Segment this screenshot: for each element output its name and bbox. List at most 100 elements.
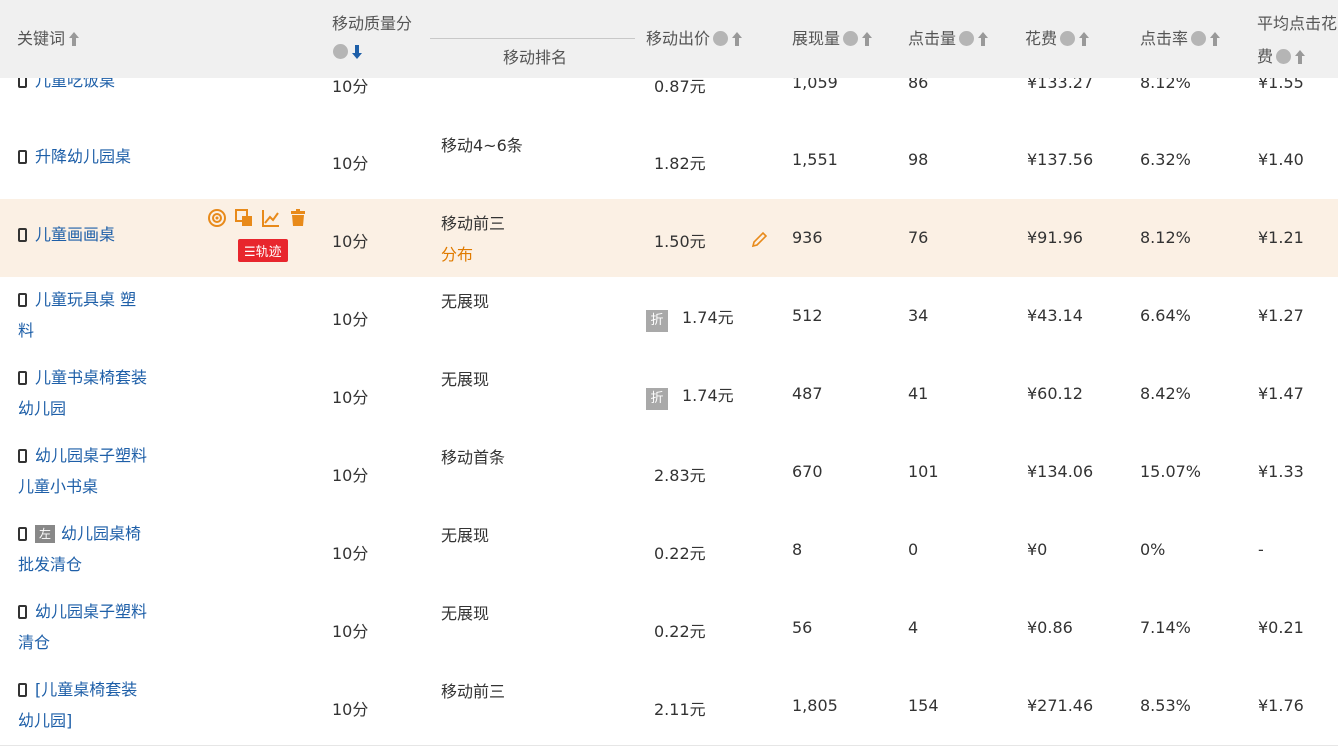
row-operations xyxy=(208,209,311,228)
impressions-value: 512 xyxy=(792,306,823,325)
mobile-icon xyxy=(18,293,27,307)
table-row: [儿童桌椅套装 幼儿园] 10分 移动前三 2.11元 1,805 154 ¥27… xyxy=(0,667,1338,746)
table-row: 幼儿园桌子塑料 儿童小书桌 10分 移动首条 2.83元 670 101 ¥134… xyxy=(0,433,1338,512)
impressions-value: 670 xyxy=(792,462,823,481)
mobile-rank: 无展现 xyxy=(441,604,490,623)
impressions-value: 487 xyxy=(792,384,823,403)
sort-up-icon[interactable] xyxy=(731,31,743,47)
rank-distribution-link[interactable]: 分布 xyxy=(441,241,473,265)
cpc-value: ¥1.76 xyxy=(1258,696,1304,715)
sort-up-icon[interactable] xyxy=(68,31,80,47)
keyword-link[interactable]: 幼儿园桌子塑料 儿童小书桌 xyxy=(18,440,188,502)
cpc-value: ¥1.33 xyxy=(1258,462,1304,481)
trend-chart-icon[interactable] xyxy=(262,209,280,227)
cost-value: ¥271.46 xyxy=(1027,696,1094,715)
ctr-value: 7.14% xyxy=(1140,618,1191,637)
help-icon[interactable] xyxy=(333,44,348,59)
sort-up-icon[interactable] xyxy=(977,31,989,47)
help-icon[interactable] xyxy=(959,31,975,46)
cpc-value: ¥1.21 xyxy=(1258,228,1304,247)
keyword-link[interactable]: 升降幼儿园桌 xyxy=(18,141,188,172)
sort-up-icon[interactable] xyxy=(1078,31,1090,47)
target-icon[interactable] xyxy=(208,209,226,227)
header-cost[interactable]: 花费 xyxy=(1025,25,1090,49)
mobile-rank: 无展现 xyxy=(441,526,490,545)
keyword-link[interactable]: 儿童画画桌 xyxy=(18,219,188,250)
header-impressions[interactable]: 展现量 xyxy=(792,25,873,49)
quality-score: 10分 xyxy=(332,232,369,251)
mobile-icon xyxy=(18,228,27,242)
table-row: 升降幼儿园桌 10分 移动4~6条 1.82元 1,551 98 ¥137.56… xyxy=(0,121,1338,200)
keyword-link[interactable]: 左幼儿园桌椅 批发清仓 xyxy=(18,518,188,580)
header-ctr[interactable]: 点击率 xyxy=(1140,25,1221,49)
keyword-link[interactable]: 儿童书桌椅套装 幼儿园 xyxy=(18,362,188,424)
cost-value: ¥0.86 xyxy=(1027,618,1073,637)
quality-sort[interactable] xyxy=(330,42,363,61)
mobile-rank: 无展现 xyxy=(441,292,490,311)
clicks-value: 154 xyxy=(908,696,939,715)
quality-score: 10分 xyxy=(332,310,369,329)
header-clicks[interactable]: 点击量 xyxy=(908,25,989,49)
clicks-value: 101 xyxy=(908,462,939,481)
help-icon[interactable] xyxy=(1060,31,1076,46)
bid-value[interactable]: 1.50元 xyxy=(654,228,706,252)
sort-up-icon[interactable] xyxy=(1209,31,1221,47)
header-avg-cpc[interactable]: 平均点击花 xyxy=(1257,10,1337,34)
sort-down-icon[interactable] xyxy=(351,44,363,60)
bid-value[interactable]: 0.22元 xyxy=(654,540,706,564)
ctr-value: 15.07% xyxy=(1140,462,1202,481)
clicks-value: 4 xyxy=(908,618,919,637)
copy-icon[interactable] xyxy=(235,209,253,227)
bid-value[interactable]: 2.11元 xyxy=(654,696,706,720)
trace-icon: ☰ xyxy=(244,245,256,260)
bid-value[interactable]: 2.83元 xyxy=(654,462,706,486)
edit-pencil-icon[interactable] xyxy=(750,231,768,249)
table-row: 幼儿园桌子塑料 清仓 10分 无展现 0.22元 56 4 ¥0.86 7.14%… xyxy=(0,589,1338,668)
bid-value[interactable]: 1.82元 xyxy=(654,150,706,174)
quality-score: 10分 xyxy=(332,388,369,407)
quality-score: 10分 xyxy=(332,466,369,485)
cpc-value: - xyxy=(1258,540,1264,559)
header-divider xyxy=(430,38,635,39)
clicks-value: 34 xyxy=(908,306,929,325)
keyword-link[interactable]: 儿童玩具桌 塑料 xyxy=(18,284,188,346)
keyword-link[interactable]: 幼儿园桌子塑料 清仓 xyxy=(18,596,188,658)
help-icon[interactable] xyxy=(1276,49,1292,64)
bid-value[interactable]: 折 1.74元 xyxy=(646,304,734,332)
clicks-value: 41 xyxy=(908,384,929,403)
ctr-value: 8.12% xyxy=(1140,228,1191,247)
header-bid[interactable]: 移动出价 xyxy=(646,25,743,49)
discount-icon: 折 xyxy=(646,388,668,410)
mobile-rank: 移动前三 xyxy=(441,682,506,701)
mobile-rank: 移动4~6条 xyxy=(441,136,523,155)
trace-button[interactable]: ☰轨迹 xyxy=(238,239,288,262)
ctr-value: 6.32% xyxy=(1140,150,1191,169)
header-keyword[interactable]: 关键词 xyxy=(17,25,80,49)
clicks-value: 98 xyxy=(908,150,929,169)
cost-value: ¥134.06 xyxy=(1027,462,1094,481)
sort-up-icon[interactable] xyxy=(1294,49,1306,65)
cpc-value: ¥1.40 xyxy=(1258,150,1304,169)
impressions-value: 8 xyxy=(792,540,803,559)
help-icon[interactable] xyxy=(713,31,729,46)
mobile-icon xyxy=(18,371,27,385)
help-icon[interactable] xyxy=(1191,31,1207,46)
header-avg-cpc-cont[interactable]: 费 xyxy=(1257,43,1306,67)
header-quality[interactable]: 移动质量分 xyxy=(332,10,412,34)
mobile-icon xyxy=(18,150,27,164)
impressions-value: 1,551 xyxy=(792,150,838,169)
clicks-value: 0 xyxy=(908,540,919,559)
delete-icon[interactable] xyxy=(289,209,307,227)
quality-score: 10分 xyxy=(332,544,369,563)
sort-up-icon[interactable] xyxy=(861,31,873,47)
impressions-value: 1,805 xyxy=(792,696,838,715)
bid-value[interactable]: 折 1.74元 xyxy=(646,382,734,410)
help-icon[interactable] xyxy=(843,31,859,46)
mobile-icon xyxy=(18,683,27,697)
mobile-rank: 移动首条 xyxy=(441,448,506,467)
mobile-rank: 移动前三 xyxy=(441,214,506,233)
keyword-link[interactable]: [儿童桌椅套装 幼儿园] xyxy=(18,674,188,736)
bid-value[interactable]: 0.22元 xyxy=(654,618,706,642)
ctr-value: 8.42% xyxy=(1140,384,1191,403)
quality-score: 10分 xyxy=(332,700,369,719)
